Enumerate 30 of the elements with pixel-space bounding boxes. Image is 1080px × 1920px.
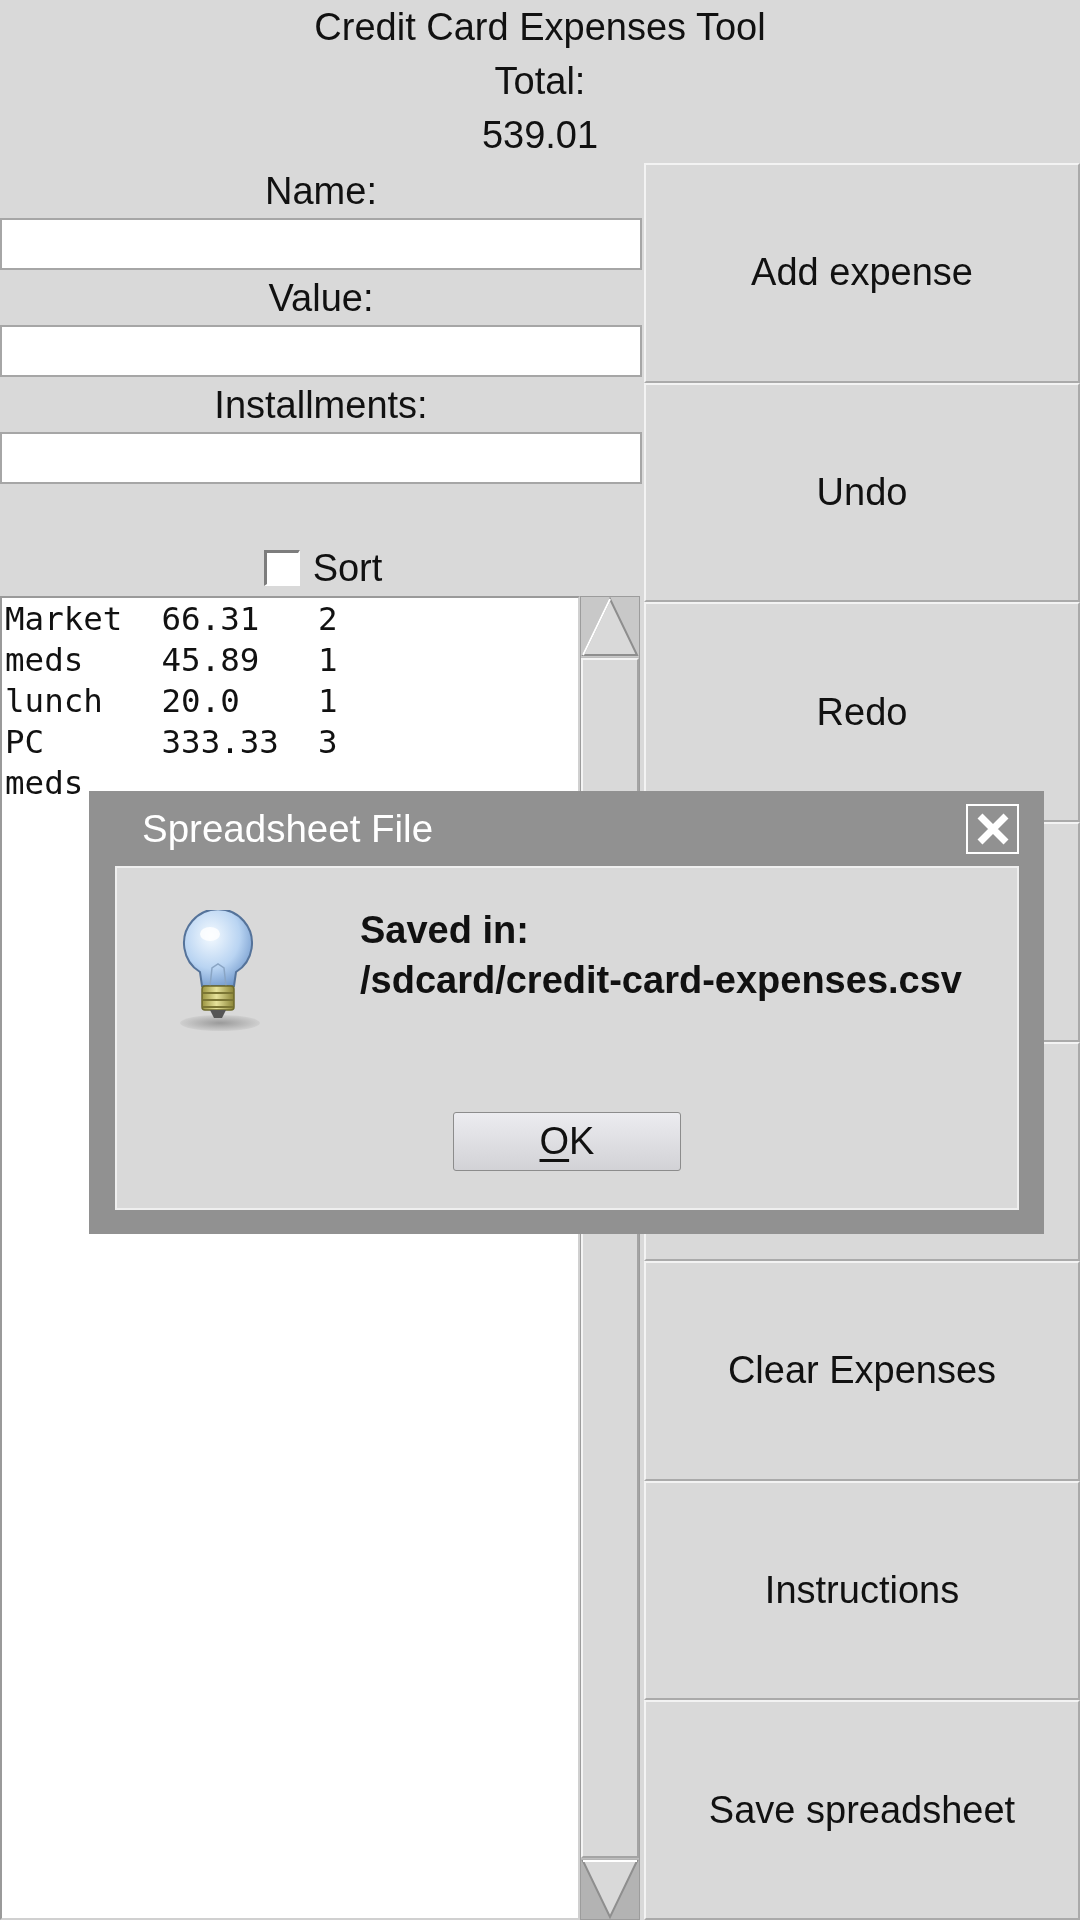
up-triangle-icon: [581, 597, 639, 657]
total-label: Total:: [494, 59, 586, 104]
list-row[interactable]: meds 45.89 1: [5, 640, 338, 681]
list-row[interactable]: PC 333.33 3: [5, 722, 338, 763]
app-title: Credit Card Expenses Tool: [314, 5, 766, 50]
list-row[interactable]: Market 66.31 2: [5, 599, 338, 640]
field-label: Value:: [268, 276, 374, 321]
input-field[interactable]: [0, 218, 642, 270]
dialog-message: Saved in: /sdcard/credit-card-expenses.csv: [360, 908, 962, 1003]
input-field[interactable]: [0, 325, 642, 377]
field-label: Installments:: [214, 383, 428, 428]
sort-label: Sort: [312, 546, 383, 590]
close-button[interactable]: [966, 803, 1019, 854]
close-icon: [975, 811, 1010, 846]
checkbox[interactable]: [263, 550, 300, 586]
action-button[interactable]: Instructions: [644, 1480, 1080, 1701]
lightbulb-icon: [178, 910, 263, 1032]
total-value: 539.01: [481, 113, 599, 158]
action-button[interactable]: Clear Expenses: [644, 1261, 1080, 1481]
scroll-down-button[interactable]: [581, 1859, 639, 1919]
scroll-up-button[interactable]: [581, 597, 639, 657]
action-button[interactable]: Save spreadsheet: [644, 1700, 1080, 1920]
field-label: Name:: [265, 169, 377, 214]
dialog-title: Spreadsheet File: [142, 806, 434, 851]
input-field[interactable]: [0, 432, 642, 484]
action-button[interactable]: Undo: [644, 382, 1080, 603]
action-button[interactable]: Add expense: [644, 163, 1080, 383]
list-row[interactable]: lunch 20.0 1: [5, 681, 338, 722]
ok-button[interactable]: OK: [453, 1112, 681, 1171]
list-row[interactable]: meds: [5, 763, 84, 804]
